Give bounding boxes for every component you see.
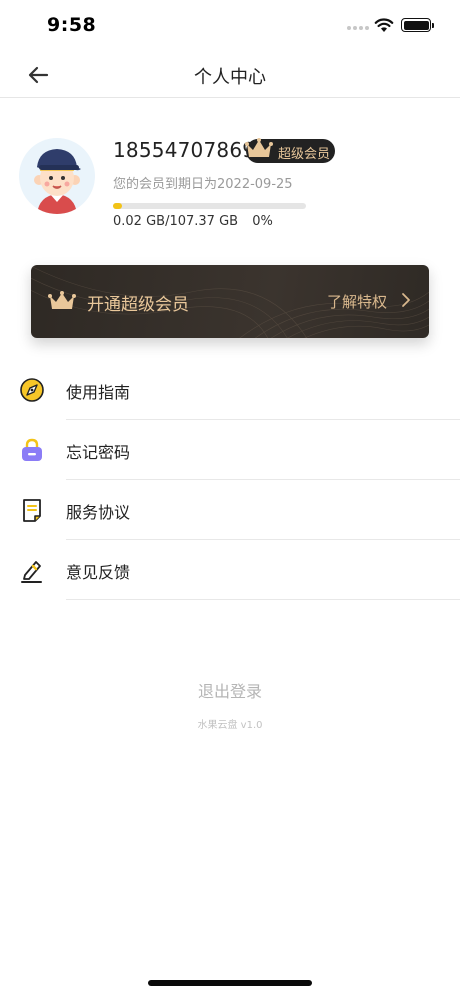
crown-icon — [245, 138, 273, 157]
menu-item-feedback[interactable]: 意见反馈 — [0, 540, 460, 600]
storage-text: 0.02 GB/107.37 GB — [113, 214, 239, 229]
storage-percent: 0% — [252, 214, 273, 229]
vip-upgrade-banner[interactable]: 开通超级会员 了解特权 — [31, 265, 429, 338]
menu-item-label: 使用指南 — [66, 383, 131, 402]
vip-badge-label: 超级会员 — [278, 147, 331, 162]
storage-usage: 0.02 GB/107.37 GB 0% — [113, 214, 273, 229]
compass-icon — [20, 378, 44, 402]
page-title: 个人中心 — [194, 67, 266, 88]
status-bar: 9:58 — [0, 0, 460, 52]
document-icon — [23, 499, 41, 522]
nav-bar: 个人中心 — [0, 52, 460, 98]
signal-icon — [347, 26, 369, 30]
menu-item-label: 服务协议 — [66, 503, 131, 522]
storage-progress-bar — [113, 203, 306, 209]
vip-banner-title: 开通超级会员 — [87, 295, 189, 315]
menu-item-label: 忘记密码 — [66, 443, 131, 462]
app-version: 水果云盘 v1.0 — [197, 720, 263, 731]
avatar-illustration — [34, 149, 81, 214]
divider — [66, 599, 460, 600]
status-time: 9:58 — [47, 14, 97, 36]
avatar[interactable] — [19, 138, 95, 214]
membership-expiry: 您的会员到期日为2022-09-25 — [113, 177, 293, 192]
battery-icon — [401, 18, 434, 32]
phone-number: 18554707869 — [113, 138, 256, 162]
storage-progress-fill — [113, 203, 122, 209]
menu-item-guide[interactable]: 使用指南 — [0, 360, 460, 420]
menu-item-forgot-password[interactable]: 忘记密码 — [0, 420, 460, 480]
logout-button[interactable]: 退出登录 — [0, 678, 460, 702]
lock-icon — [22, 438, 42, 461]
menu-item-service-agreement[interactable]: 服务协议 — [0, 480, 460, 540]
crown-icon — [48, 291, 76, 309]
chevron-right-icon — [402, 293, 410, 307]
wifi-icon — [374, 18, 394, 32]
vip-badge: 超级会员 — [245, 138, 335, 163]
home-indicator — [148, 980, 312, 986]
pen-icon — [21, 561, 42, 583]
menu-item-label: 意见反馈 — [66, 563, 131, 582]
vip-benefits-link[interactable]: 了解特权 — [327, 291, 387, 312]
